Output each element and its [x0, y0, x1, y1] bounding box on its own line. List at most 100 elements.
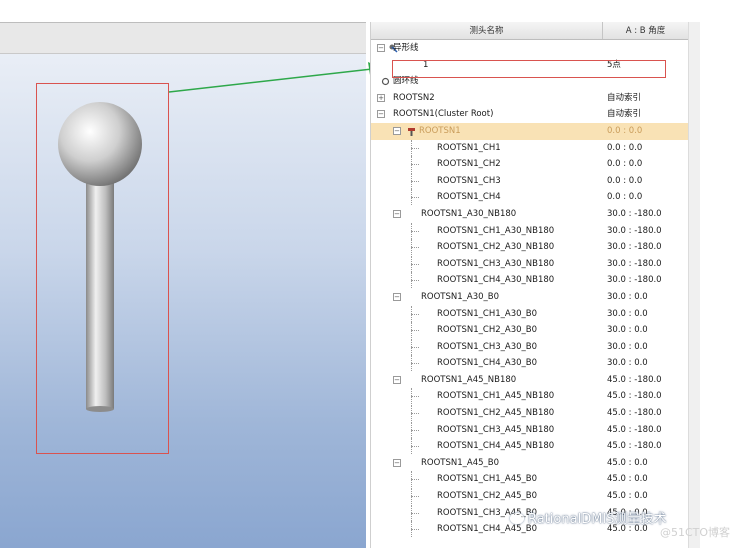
collapse-icon[interactable]: − [377, 110, 385, 119]
tree-branch-line [411, 280, 419, 282]
tree-row[interactable]: − ROOTSN1_A30_B0 30.0 : 0.0 [371, 289, 688, 306]
probe-angle: 30.0 : 0.0 [607, 358, 648, 369]
probe-name: ROOTSN1_CH2_A45_B0 [437, 491, 537, 502]
tree-rows: − 异形线 1 5点 圆环线 + ROOTSN2 自动索引 − ROOTSN1(Cluster R… [371, 40, 688, 538]
probe-name: ROOTSN2 [393, 92, 435, 103]
probe-angle: 自动索引 [607, 109, 642, 120]
tree-row[interactable]: − ROOTSN1 0.0 : 0.0 [371, 122, 688, 140]
probe-name: ROOTSN1_CH3_A30_NB180 [437, 258, 555, 269]
probe-name: ROOTSN1(Cluster Root) [393, 109, 494, 120]
tree-branch-line [411, 247, 419, 249]
tree-branch-line [411, 446, 419, 448]
collapse-icon[interactable]: − [393, 292, 401, 301]
probe-angle: 0.0 : 0.0 [607, 142, 643, 153]
probe-name: ROOTSN1 [419, 125, 461, 136]
tree-row[interactable]: ROOTSN1_CH4 0.0 : 0.0 [371, 189, 688, 206]
column-header-name[interactable]: 测头名称 [371, 22, 603, 39]
probe-angle: 0.0 : 0.0 [607, 159, 643, 170]
tree-row[interactable]: ROOTSN1_CH1_A30_B0 30.0 : 0.0 [371, 305, 688, 323]
collapse-icon[interactable]: − [393, 126, 401, 135]
tree-row[interactable]: ROOTSN1_CH3_A45_NB180 45.0 : -180.0 [371, 421, 688, 439]
tree-row[interactable]: − ROOTSN1_A30_NB180 30.0 : -180.0 [371, 206, 688, 223]
collapse-icon[interactable]: − [393, 209, 401, 218]
probe-name: ROOTSN1_CH2_A30_B0 [437, 325, 537, 336]
probe-angle: 30.0 : -180.0 [607, 242, 662, 253]
tree-branch-line [411, 164, 419, 166]
probe-angle: 45.0 : 0.0 [607, 491, 648, 502]
probe-angle: 30.0 : 0.0 [607, 308, 648, 319]
probe-angle: 45.0 : -180.0 [607, 424, 662, 435]
probe-angle: 30.0 : -180.0 [607, 258, 662, 269]
tree-row[interactable]: − ROOTSN1_A45_NB180 45.0 : -180.0 [371, 372, 688, 389]
tree-row[interactable]: ROOTSN1_CH1_A45_NB180 45.0 : -180.0 [371, 388, 688, 405]
tree-row[interactable]: ROOTSN1_CH2_A45_B0 45.0 : 0.0 [371, 488, 688, 505]
probe-name: ROOTSN1_CH2_A30_NB180 [437, 242, 555, 253]
tree-row[interactable]: ROOTSN1_CH2_A30_NB180 30.0 : -180.0 [371, 239, 688, 256]
probe-name: ROOTSN1_CH2_A45_NB180 [437, 408, 555, 419]
probe-name: ROOTSN1_CH3 [437, 175, 501, 186]
tree-row[interactable]: ROOTSN1_CH2_A30_B0 30.0 : 0.0 [371, 322, 688, 339]
probe-angle: 30.0 : -180.0 [607, 225, 662, 236]
watermark: RationalDMIS测量技术 [510, 508, 667, 527]
tree-row[interactable]: ROOTSN1_CH3_A30_B0 30.0 : 0.0 [371, 338, 688, 356]
probe-angle: 0.0 : 0.0 [607, 125, 643, 136]
tree-row[interactable]: ROOTSN1_CH1 0.0 : 0.0 [371, 139, 688, 157]
tree-branch-line [411, 396, 419, 398]
tree-branch-line [411, 429, 419, 431]
tree-row[interactable]: ROOTSN1_CH1_A30_NB180 30.0 : -180.0 [371, 222, 688, 240]
probe-angle: 30.0 : -180.0 [607, 208, 662, 219]
probe-name: ROOTSN1_CH3_A45_NB180 [437, 424, 555, 435]
ring-node-icon [381, 76, 390, 86]
collapse-icon[interactable]: − [393, 458, 401, 467]
probe-name: ROOTSN1_A30_NB180 [421, 208, 517, 219]
probe-angle: 45.0 : 0.0 [607, 457, 648, 468]
tree-branch-line [411, 346, 419, 348]
wechat-icon [510, 513, 524, 524]
tree-header: 测头名称 A : B 角度 [371, 22, 688, 40]
tree-branch-line [411, 263, 419, 265]
selected-probe-input-highlight [392, 60, 666, 78]
tree-row[interactable]: − ROOTSN1(Cluster Root) 自动索引 [371, 106, 688, 123]
probe-name: ROOTSN1_A45_B0 [421, 457, 500, 468]
expand-icon[interactable]: + [377, 93, 385, 102]
tree-branch-line [411, 363, 419, 365]
probe-name: ROOTSN1_CH4_A45_NB180 [437, 441, 555, 452]
probe-angle: 45.0 : 0.0 [607, 474, 648, 485]
probe-name: ROOTSN1_CH4_A30_NB180 [437, 275, 555, 286]
tree-branch-line [411, 413, 419, 415]
probe-angle: 30.0 : 0.0 [607, 325, 648, 336]
tree-row[interactable]: ROOTSN1_CH4_A45_NB180 45.0 : -180.0 [371, 438, 688, 455]
tree-row[interactable]: ROOTSN1_CH2_A45_NB180 45.0 : -180.0 [371, 405, 688, 422]
tree-branch-line [411, 197, 419, 199]
probe-name: ROOTSN1_CH1 [437, 142, 501, 153]
probe-name: ROOTSN1_A30_B0 [421, 291, 500, 302]
tree-row[interactable]: − ROOTSN1_A45_B0 45.0 : 0.0 [371, 455, 688, 472]
probe-angle: 0.0 : 0.0 [607, 192, 643, 203]
probe-name: ROOTSN1_CH1_A45_B0 [437, 474, 537, 485]
collapse-icon[interactable]: − [393, 375, 401, 384]
probe-name: ROOTSN1_CH4_A30_B0 [437, 358, 537, 369]
probe-name: ROOTSN1_CH1_A30_NB180 [437, 225, 555, 236]
tree-row[interactable]: ROOTSN1_CH3_A30_NB180 30.0 : -180.0 [371, 255, 688, 273]
tree-branch-line [411, 512, 419, 514]
tree-row[interactable]: ROOTSN1_CH3 0.0 : 0.0 [371, 172, 688, 190]
probe-name: ROOTSN1_CH1_A30_B0 [437, 308, 537, 319]
collapse-icon[interactable]: − [377, 44, 385, 52]
tree-branch-line [411, 230, 419, 232]
column-header-angle[interactable]: A : B 角度 [603, 22, 688, 39]
tree-branch-line [411, 147, 419, 149]
tree-row[interactable]: ROOTSN1_CH2 0.0 : 0.0 [371, 156, 688, 173]
probe-angle: 45.0 : -180.0 [607, 391, 662, 402]
probe-name: ROOTSN1_A45_NB180 [421, 374, 517, 385]
tree-row[interactable]: ROOTSN1_CH4_A30_NB180 30.0 : -180.0 [371, 272, 688, 289]
probe-angle: 自动索引 [607, 92, 642, 103]
tree-row[interactable]: ROOTSN1_CH4_A30_B0 30.0 : 0.0 [371, 355, 688, 372]
probe-name: 异形线 [393, 43, 419, 53]
tree-row[interactable]: ROOTSN1_CH1_A45_B0 45.0 : 0.0 [371, 471, 688, 488]
probe-angle: 0.0 : 0.0 [607, 175, 643, 186]
probe-name: ROOTSN1_CH4 [437, 192, 501, 203]
tree-scrollbar[interactable] [688, 22, 700, 548]
tree-row[interactable]: + ROOTSN2 自动索引 [371, 90, 688, 107]
tree-branch-line [411, 180, 419, 182]
tree-row[interactable]: − 异形线 [371, 40, 688, 57]
